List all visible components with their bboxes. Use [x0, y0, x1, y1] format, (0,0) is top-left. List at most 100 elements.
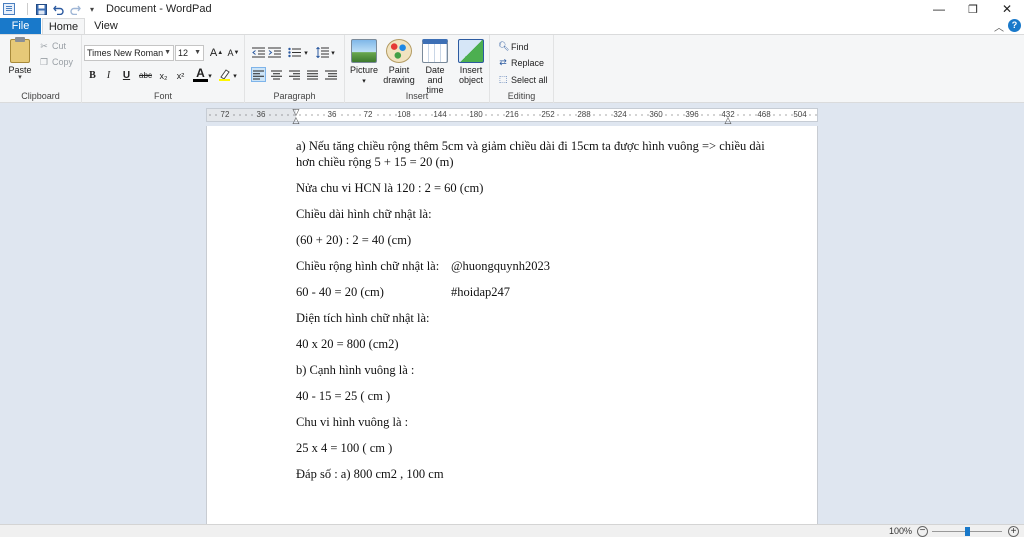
align-right-icon[interactable] [287, 67, 302, 82]
decrease-indent-icon[interactable] [251, 45, 266, 60]
tab-view[interactable]: View [88, 18, 124, 34]
quick-access-toolbar: ▾ [25, 3, 98, 15]
highlighter-icon [219, 69, 230, 81]
underline-button[interactable]: U [119, 68, 134, 83]
paint-drawing-button[interactable]: Paint drawing [382, 39, 416, 85]
ruler-label: 144 [433, 109, 447, 121]
zoom-level: 100% [888, 526, 912, 536]
font-size-select[interactable]: 12 ▼ [175, 45, 204, 61]
grow-font-button[interactable]: A ▲ [209, 45, 224, 60]
document-page[interactable]: a) Nếu tăng chiều rộng thêm 5cm và giảm … [206, 126, 818, 524]
bold-button[interactable]: B [85, 68, 100, 83]
insert-group: Picture ▾ Paint drawing Date and time Inser… [345, 35, 490, 103]
text-line: Chu vi hình vuông là : [296, 415, 409, 429]
clipboard-icon [10, 37, 30, 63]
strikethrough-button[interactable]: abc [137, 68, 154, 83]
customize-qat-chevron-down-icon[interactable]: ▾ [86, 3, 98, 15]
paint-drawing-label-line1: Paint [388, 65, 410, 75]
text-line: 40 - 15 = 25 ( cm ) [296, 389, 391, 403]
highlight-button[interactable] [217, 67, 232, 82]
ruler-label: 360 [649, 109, 663, 121]
watermark-user-text: @huongquynh2023 [451, 259, 551, 273]
copy-label: Copy [52, 57, 74, 67]
minimize-button[interactable]: — [922, 0, 956, 18]
close-button[interactable]: ✕ [990, 0, 1024, 18]
text-line: hơn chiều rộng 5 + 15 = 20 (m) [296, 155, 454, 169]
paste-button[interactable]: Paste ▾ [6, 37, 34, 81]
superscript-button[interactable]: x² [173, 68, 188, 83]
clipboard-group-label: Clipboard [21, 91, 60, 101]
replace-label: Replace [511, 57, 545, 68]
ruler-label: 72 [220, 109, 230, 121]
bullet-list-icon[interactable] [287, 45, 302, 60]
text-line: Diện tích hình chữ nhật là: [296, 311, 430, 325]
left-indent-marker[interactable]: △ [293, 116, 300, 125]
ruler-label: 324 [613, 109, 627, 121]
status-bar: 100% − + [0, 524, 1024, 537]
undo-icon[interactable] [52, 3, 64, 15]
zoom-slider[interactable] [932, 527, 1002, 536]
font-family-select[interactable]: Times New Roman ▼ [84, 45, 174, 61]
italic-button[interactable]: I [101, 68, 116, 83]
watermark-tag-text: #hoidap247 [451, 285, 511, 299]
right-indent-marker[interactable]: △ [725, 116, 732, 125]
text-line: (60 + 20) : 2 = 40 (cm) [296, 233, 412, 247]
line-spacing-icon[interactable] [315, 45, 330, 60]
replace-button[interactable]: ⇄ Replace [498, 57, 544, 68]
align-center-icon[interactable] [269, 67, 284, 82]
justify-icon[interactable] [305, 67, 320, 82]
ribbon: Paste ▾ ✂ Cut ❐ Copy Clipboard Times New… [0, 34, 1024, 103]
highlight-chevron-down-icon[interactable]: ▾ [231, 68, 239, 83]
line-spacing-chevron-down-icon[interactable]: ▾ [329, 45, 337, 60]
document-area: a) Nếu tăng chiều rộng thêm 5cm và giảm … [0, 126, 1024, 524]
insert-object-label-line2: object [458, 75, 484, 85]
find-label: Find [511, 41, 529, 52]
font-size-value: 12 [178, 48, 189, 58]
tab-home[interactable]: Home [42, 18, 85, 34]
insert-group-label: Insert [405, 91, 429, 101]
picture-button[interactable]: Picture ▾ [349, 39, 379, 87]
save-icon[interactable] [35, 3, 47, 15]
redo-icon[interactable] [69, 3, 81, 15]
ruler-label: 504 [793, 109, 807, 121]
date-time-label-line1: Date and [425, 65, 445, 85]
shrink-font-button[interactable]: A ▼ [226, 45, 241, 60]
ruler-bar: 72 36 36 72 108 144 180 216 252 288 324 … [0, 104, 1024, 126]
select-all-button[interactable]: ⬚ Select all [498, 74, 548, 85]
help-icon[interactable]: ? [1008, 19, 1021, 32]
cut-button[interactable]: ✂ Cut [39, 41, 66, 51]
increase-indent-icon[interactable] [267, 45, 282, 60]
ruler-label: 72 [363, 109, 373, 121]
document-text[interactable]: a) Nếu tăng chiều rộng thêm 5cm và giảm … [296, 138, 765, 492]
zoom-out-icon[interactable]: − [917, 526, 928, 537]
ruler-label: 288 [577, 109, 591, 121]
find-button[interactable]: 🔍︎ Find [498, 41, 529, 52]
collapse-ribbon-chevron-up-icon[interactable]: ︿ [994, 19, 1004, 34]
insert-object-button[interactable]: Insert object [455, 39, 487, 85]
copy-button[interactable]: ❐ Copy [39, 57, 73, 67]
text-line: 60 - 40 = 20 (cm) #hoidap247 [296, 284, 726, 300]
font-family-chevron-down-icon: ▼ [164, 49, 171, 56]
scissors-icon: ✂ [40, 41, 48, 51]
text-line: Nửa chu vi HCN là 120 : 2 = 60 (cm) [296, 181, 484, 195]
bullet-list-chevron-down-icon[interactable]: ▾ [302, 45, 310, 60]
grow-font-icon: A [209, 46, 218, 59]
zoom-slider-thumb[interactable] [964, 527, 970, 536]
ruler-label: 36 [256, 109, 266, 121]
align-left-icon[interactable] [251, 67, 266, 82]
tab-file[interactable]: File [0, 18, 41, 34]
subscript-button[interactable]: x₂ [156, 68, 171, 83]
zoom-in-icon[interactable]: + [1008, 526, 1019, 537]
paragraph-settings-icon[interactable] [323, 67, 338, 82]
binoculars-icon: 🔍︎ [498, 41, 510, 51]
width-label-text: Chiều rộng hình chữ nhật là: [296, 259, 440, 273]
text-line: 25 x 4 = 100 ( cm ) [296, 441, 393, 455]
date-time-button[interactable]: Date and time [417, 39, 453, 95]
ruler-label: 180 [469, 109, 483, 121]
restore-button[interactable]: ❐ [956, 0, 990, 18]
select-all-label: Select all [511, 74, 548, 85]
ruler[interactable]: 72 36 36 72 108 144 180 216 252 288 324 … [206, 108, 818, 125]
wordpad-app-icon[interactable] [3, 3, 15, 15]
font-color-chevron-down-icon[interactable]: ▾ [206, 68, 214, 83]
text-line: Đáp số : a) 800 cm2 , 100 cm [296, 467, 444, 481]
